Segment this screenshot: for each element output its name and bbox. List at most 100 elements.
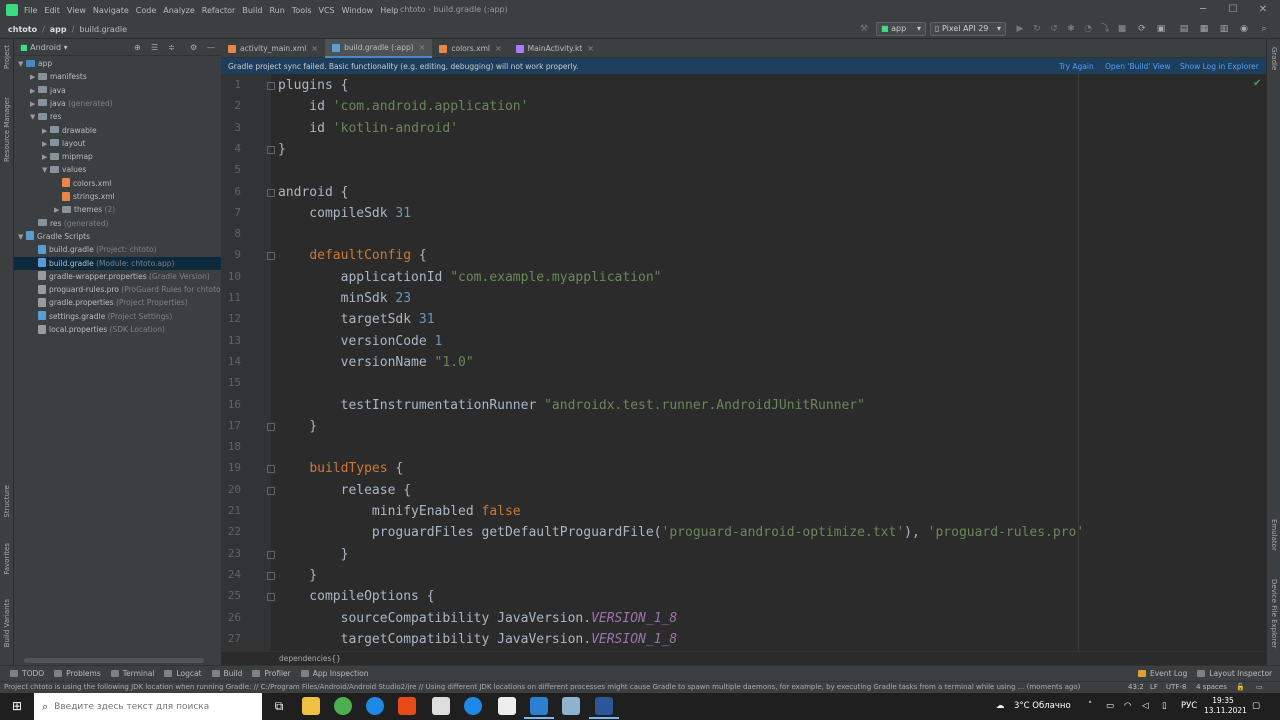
menu-help[interactable]: Help bbox=[380, 6, 398, 15]
menu-refactor[interactable]: Refactor bbox=[202, 6, 236, 15]
android-studio-task-icon[interactable] bbox=[524, 697, 554, 719]
code-line[interactable]: compileSdk 31 bbox=[278, 206, 411, 221]
editor-breadcrumb[interactable]: dependencies{} bbox=[221, 651, 1266, 665]
edge-icon[interactable] bbox=[366, 697, 384, 715]
tree-item[interactable]: strings.xml bbox=[14, 190, 221, 203]
tray-chevron-up-icon[interactable]: ˄ bbox=[1088, 693, 1092, 720]
fold-marker-icon[interactable] bbox=[267, 252, 275, 261]
tree-item[interactable]: res (generated) bbox=[14, 217, 221, 230]
notepad-icon[interactable] bbox=[498, 697, 516, 715]
tree-item[interactable]: ▼ values bbox=[14, 163, 221, 176]
tree-item[interactable]: ▼ Gradle Scripts bbox=[14, 230, 221, 243]
resource-manager-tool-button[interactable]: Resource Manager bbox=[3, 97, 11, 162]
stop-icon[interactable]: ■ bbox=[1116, 23, 1128, 35]
tree-item[interactable]: ▶ java (generated) bbox=[14, 97, 221, 110]
chevron-down-icon[interactable]: ▼ bbox=[42, 164, 50, 177]
tree-item[interactable]: ▶ themes (2) bbox=[14, 203, 221, 216]
file-encoding[interactable]: UTF-8 bbox=[1166, 682, 1186, 693]
language-indicator[interactable]: РУС bbox=[1181, 693, 1197, 720]
tool-window-problems[interactable]: Problems bbox=[54, 669, 101, 678]
tool-window-logcat[interactable]: Logcat bbox=[164, 669, 202, 678]
chevron-right-icon[interactable]: ▶ bbox=[42, 138, 50, 151]
weather-text[interactable]: 3°C Облачно bbox=[1014, 693, 1071, 720]
sdk-manager-icon[interactable]: ▤ bbox=[1178, 23, 1190, 35]
close-tab-icon[interactable]: × bbox=[495, 44, 502, 53]
menu-code[interactable]: Code bbox=[136, 6, 156, 15]
tree-item[interactable]: ▶ mipmap bbox=[14, 150, 221, 163]
try-again-link[interactable]: Try Again bbox=[1059, 62, 1094, 71]
menu-build[interactable]: Build bbox=[242, 6, 262, 15]
editor-tab[interactable]: MainActivity.kt × bbox=[509, 39, 601, 58]
chevron-right-icon[interactable]: ▶ bbox=[42, 151, 50, 164]
code-line[interactable]: sourceCompatibility JavaVersion.VERSION_… bbox=[278, 611, 678, 626]
tree-item[interactable]: settings.gradle (Project Settings) bbox=[14, 310, 221, 323]
line-separator[interactable]: LF bbox=[1150, 682, 1158, 693]
project-structure-icon[interactable]: ▦ bbox=[1198, 23, 1210, 35]
editor-tab[interactable]: colors.xml × bbox=[432, 39, 508, 58]
device-file-explorer-tool-button[interactable]: Device File Explorer bbox=[1270, 579, 1278, 648]
run-config-dropdown[interactable]: ■ app ▾ bbox=[876, 22, 926, 36]
memory-indicator-icon[interactable]: ▭ bbox=[1256, 682, 1263, 693]
chrome-icon[interactable] bbox=[334, 697, 352, 715]
menu-tools[interactable]: Tools bbox=[292, 6, 312, 15]
indent-setting[interactable]: 4 spaces bbox=[1196, 682, 1227, 693]
app-icon[interactable] bbox=[464, 697, 482, 715]
open-build-view-link[interactable]: Open 'Build' View bbox=[1105, 62, 1171, 71]
show-log-link[interactable]: Show Log in Explorer bbox=[1180, 62, 1259, 71]
tool-window-build[interactable]: Build bbox=[211, 669, 242, 678]
breadcrumb-file[interactable]: build.gradle bbox=[79, 25, 127, 34]
structure-tool-button[interactable]: Structure bbox=[3, 485, 11, 518]
tree-item[interactable]: ▶ drawable bbox=[14, 124, 221, 137]
tree-item[interactable]: ▼ app bbox=[14, 57, 221, 70]
code-line[interactable]: proguardFiles getDefaultProguardFile('pr… bbox=[278, 525, 1084, 540]
close-tab-icon[interactable]: × bbox=[419, 43, 426, 52]
hide-panel-icon[interactable]: — bbox=[207, 43, 215, 52]
tree-item[interactable]: gradle-wrapper.properties (Gradle Versio… bbox=[14, 270, 221, 283]
code-line[interactable]: plugins { bbox=[278, 78, 348, 93]
breadcrumb-module[interactable]: app bbox=[50, 25, 67, 34]
app-icon[interactable] bbox=[562, 697, 580, 715]
code-line[interactable]: applicationId "com.example.myapplication… bbox=[278, 270, 662, 285]
code-line[interactable]: } bbox=[278, 568, 317, 583]
tree-item[interactable]: ▶ layout bbox=[14, 137, 221, 150]
tree-item[interactable]: ▶ java bbox=[14, 84, 221, 97]
menu-vcs[interactable]: VCS bbox=[319, 6, 335, 15]
device-manager-icon[interactable]: ▥ bbox=[1218, 23, 1230, 35]
code-line[interactable]: minSdk 23 bbox=[278, 291, 411, 306]
chevron-down-icon[interactable]: ▼ bbox=[30, 111, 38, 124]
sync-gradle-icon[interactable]: ⟳ bbox=[1136, 23, 1148, 35]
tree-item[interactable]: build.gradle (Project: chtoto) bbox=[14, 243, 221, 256]
fold-marker-icon[interactable] bbox=[267, 550, 275, 559]
tree-item[interactable]: colors.xml bbox=[14, 177, 221, 190]
tool-window-terminal[interactable]: Terminal bbox=[110, 669, 154, 678]
windows-start-icon[interactable]: ⊞ bbox=[0, 693, 34, 720]
word-icon[interactable] bbox=[589, 697, 619, 719]
tree-item[interactable]: local.properties (SDK Location) bbox=[14, 323, 221, 336]
expand-all-icon[interactable]: ☰ bbox=[151, 43, 158, 52]
fold-marker-icon[interactable] bbox=[267, 82, 275, 90]
fold-marker-icon[interactable] bbox=[267, 422, 275, 431]
fold-marker-icon[interactable] bbox=[267, 593, 275, 602]
build-variants-tool-button[interactable]: Build Variants bbox=[3, 599, 11, 647]
chevron-right-icon[interactable]: ▶ bbox=[54, 204, 62, 217]
project-view-dropdown[interactable]: ■ Android ▾ bbox=[20, 43, 68, 52]
code-line[interactable]: id 'com.android.application' bbox=[278, 99, 528, 114]
code-editor[interactable]: 1 2 3 4 5 6 7 8 9 10 11 12 13 14 15 16 17 18 19 20 21 22 23 24 2… bbox=[221, 74, 1266, 651]
gradle-tool-button[interactable]: Gradle bbox=[1270, 47, 1278, 70]
locate-icon[interactable]: ⊕ bbox=[134, 43, 141, 52]
fold-marker-icon[interactable] bbox=[267, 188, 275, 197]
menu-navigate[interactable]: Navigate bbox=[93, 6, 129, 15]
lock-icon[interactable]: 🔓 bbox=[1236, 682, 1245, 693]
profile-icon[interactable]: ◔ bbox=[1082, 23, 1094, 35]
chevron-right-icon[interactable]: ▶ bbox=[30, 98, 38, 111]
menu-run[interactable]: Run bbox=[269, 6, 284, 15]
task-view-icon[interactable]: ⧉ bbox=[270, 697, 288, 715]
fold-marker-icon[interactable] bbox=[267, 465, 275, 474]
close-window-button[interactable]: ✕ bbox=[1256, 3, 1270, 17]
clock[interactable]: 19:35 13.11.2021 bbox=[1204, 696, 1247, 716]
wifi-icon[interactable]: ◠ bbox=[1124, 693, 1131, 720]
chevron-right-icon[interactable]: ▶ bbox=[30, 71, 38, 84]
close-tab-icon[interactable]: × bbox=[587, 44, 594, 53]
code-line[interactable]: release { bbox=[278, 483, 411, 498]
office-icon[interactable] bbox=[398, 697, 416, 715]
